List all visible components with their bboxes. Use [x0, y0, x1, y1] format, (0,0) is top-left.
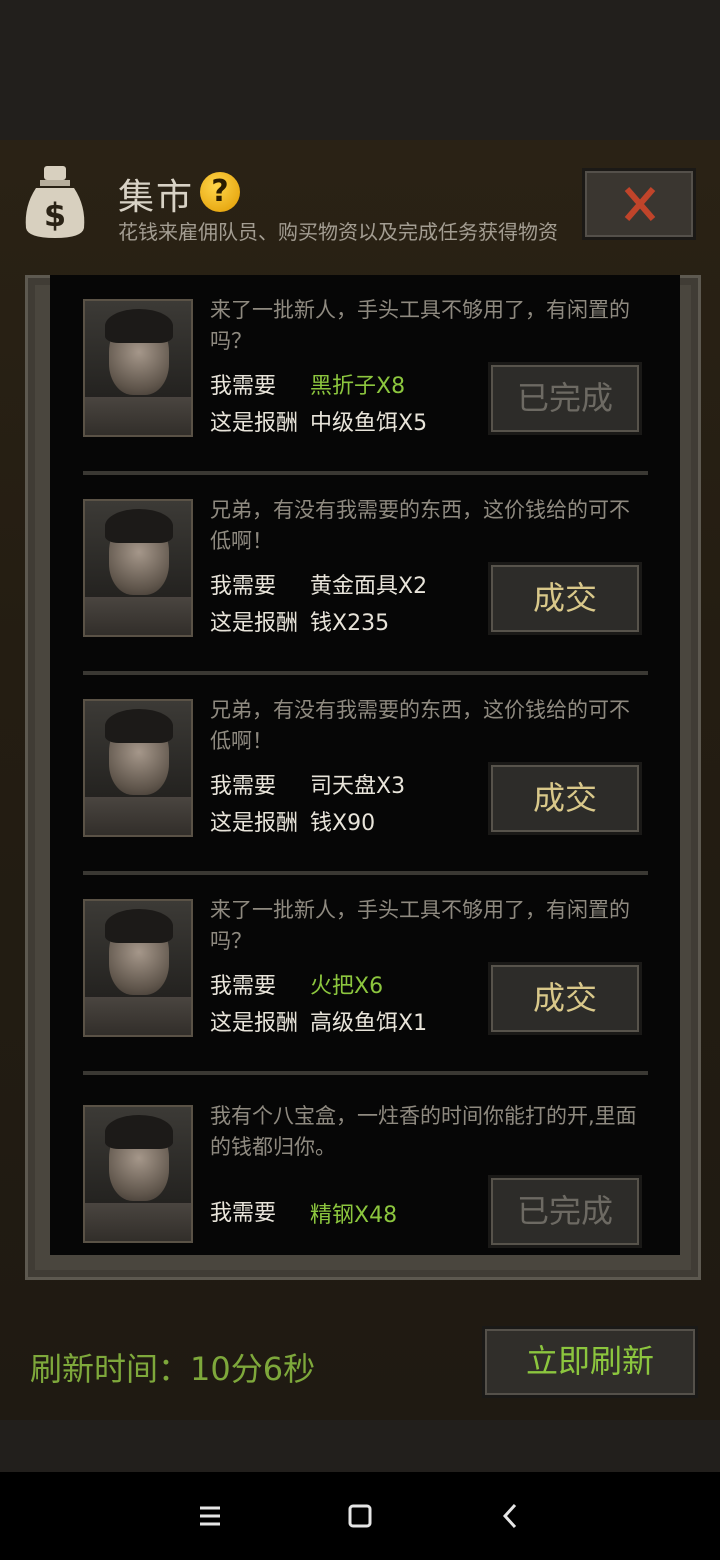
- reward-label: 这是报酬: [210, 611, 299, 636]
- portrait-hair: [105, 709, 173, 743]
- portrait-hair: [105, 509, 173, 543]
- offer-row: 来了一批新人，手头工具不够用了，有闲置的吗？ 我需要 火把X6 这是报酬 高级鱼…: [50, 875, 680, 1075]
- reward-label: 这是报酬: [210, 1011, 299, 1036]
- offer-row: 兄弟，有没有我需要的东西，这价钱给的可不低啊！ 我需要 司天盘X3 这是报酬 钱…: [50, 675, 680, 875]
- offer-quote: 兄弟，有没有我需要的东西，这价钱给的可不低啊！: [210, 498, 630, 553]
- need-label: 我需要: [210, 774, 277, 799]
- npc-portrait: [83, 299, 193, 437]
- home-icon[interactable]: [338, 1494, 382, 1538]
- offer-list[interactable]: 来了一批新人，手头工具不够用了，有闲置的吗？ 我需要 黑折子X8 这是报酬 中级…: [50, 275, 680, 1255]
- status-area: [0, 0, 720, 140]
- need-label: 我需要: [210, 974, 277, 999]
- help-icon[interactable]: ?: [200, 172, 240, 212]
- portrait-body: [85, 397, 191, 435]
- portrait-hair: [105, 1115, 173, 1149]
- deal-button[interactable]: 成交: [488, 962, 642, 1035]
- back-icon[interactable]: [488, 1494, 532, 1538]
- need-label: 我需要: [210, 374, 277, 399]
- refresh-now-button[interactable]: 立即刷新: [482, 1326, 698, 1398]
- portrait-body: [85, 997, 191, 1035]
- offer-quote: 来了一批新人，手头工具不够用了，有闲置的吗？: [210, 898, 630, 953]
- refresh-timer: 刷新时间：10分6秒: [30, 1350, 316, 1388]
- need-label: 我需要: [210, 1201, 277, 1226]
- need-value: 黑折子X8: [310, 374, 406, 399]
- offer-quote: 兄弟，有没有我需要的东西，这价钱给的可不低啊！: [210, 698, 630, 753]
- deal-button[interactable]: 成交: [488, 762, 642, 835]
- npc-portrait: [83, 899, 193, 1037]
- portrait-body: [85, 797, 191, 835]
- completed-button[interactable]: 已完成: [488, 362, 642, 435]
- market-header: $ 集市 ? 花钱来雇佣队员、购买物资以及完成任务获得物资: [0, 140, 720, 275]
- money-bag-icon: $: [25, 166, 85, 238]
- deal-button[interactable]: 成交: [488, 562, 642, 635]
- close-icon: [624, 187, 656, 221]
- menu-icon[interactable]: [188, 1494, 232, 1538]
- completed-button[interactable]: 已完成: [488, 1175, 642, 1248]
- need-value: 火把X6: [310, 974, 384, 999]
- offer-row: 来了一批新人，手头工具不够用了，有闲置的吗？ 我需要 黑折子X8 这是报酬 中级…: [50, 275, 680, 475]
- portrait-body: [85, 597, 191, 635]
- reward-label: 这是报酬: [210, 811, 299, 836]
- need-value: 司天盘X3: [310, 774, 406, 799]
- portrait-hair: [105, 909, 173, 943]
- svg-text:$: $: [44, 196, 66, 234]
- offer-quote: 来了一批新人，手头工具不够用了，有闲置的吗？: [210, 298, 630, 353]
- npc-portrait: [83, 499, 193, 637]
- reward-value: 中级鱼饵X5: [310, 411, 428, 436]
- npc-portrait: [83, 699, 193, 837]
- need-value: 黄金面具X2: [310, 574, 428, 599]
- npc-portrait: [83, 1105, 193, 1243]
- offer-row: 兄弟，有没有我需要的东西，这价钱给的可不低啊！ 我需要 黄金面具X2 这是报酬 …: [50, 475, 680, 675]
- need-label: 我需要: [210, 574, 277, 599]
- offer-quote: 我有个八宝盒，一炷香的时间你能打的开,里面的钱都归你。: [210, 1104, 637, 1159]
- market-panel: $ 集市 ? 花钱来雇佣队员、购买物资以及完成任务获得物资 来了一批新人，手头工…: [0, 140, 720, 1420]
- reward-value: 钱X90: [310, 811, 376, 836]
- portrait-hair: [105, 309, 173, 343]
- close-button[interactable]: [582, 168, 696, 240]
- page-subtitle: 花钱来雇佣队员、购买物资以及完成任务获得物资: [118, 220, 558, 244]
- need-value: 精钢X48: [310, 1203, 398, 1228]
- reward-value: 钱X235: [310, 611, 390, 636]
- portrait-body: [85, 1203, 191, 1241]
- system-nav-bar: [0, 1472, 720, 1560]
- offer-row: 我有个八宝盒，一炷香的时间你能打的开,里面的钱都归你。 我需要 精钢X48 已完…: [50, 1075, 680, 1255]
- reward-value: 高级鱼饵X1: [310, 1011, 428, 1036]
- page-title: 集市: [118, 177, 195, 218]
- reward-label: 这是报酬: [210, 411, 299, 436]
